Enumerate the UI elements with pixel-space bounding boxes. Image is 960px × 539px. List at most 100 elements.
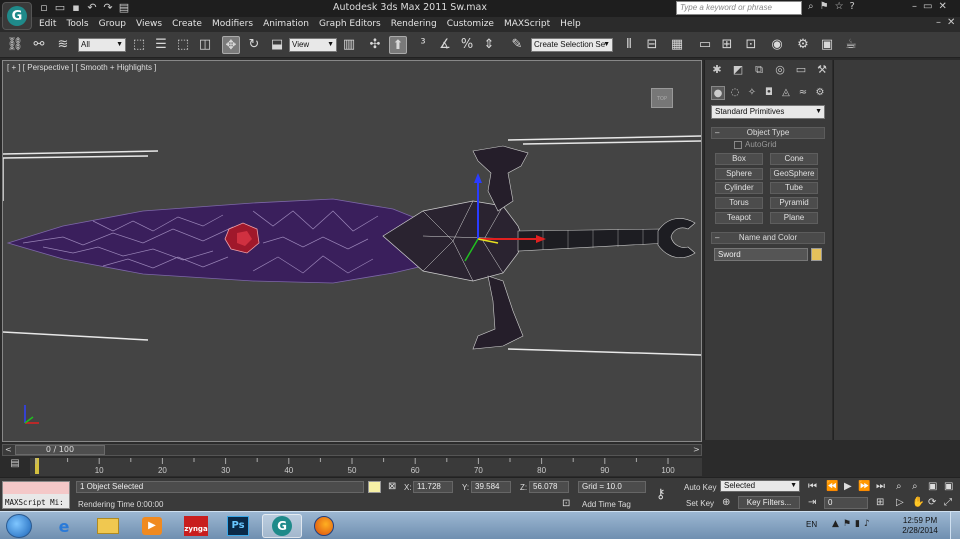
percent-snap-icon[interactable]: % [458,36,476,54]
internet-explorer-icon[interactable]: e [44,514,84,538]
current-frame-field[interactable]: 0 [824,497,868,509]
name-and-color-rollout-header[interactable]: – Name and Color [711,232,825,244]
cameras-icon[interactable]: ◘ [762,86,776,100]
pivot-center-icon[interactable]: ▥ [340,36,358,54]
open-mini-curve-editor-icon[interactable]: ▤ [4,458,26,474]
menu-views[interactable]: Views [131,19,167,29]
favorites-icon[interactable]: ☆ [835,1,844,12]
autogrid-checkbox[interactable]: AutoGrid [734,140,777,149]
go-to-end-icon[interactable]: ⏭ [876,481,885,492]
next-frame-icon[interactable]: ⏩ [858,481,870,492]
maximize-viewport-icon[interactable]: ⤢ [944,497,952,508]
key-filter-icon[interactable]: ⊕ [722,497,730,508]
menu-customize[interactable]: Customize [442,19,499,29]
angle-snap-icon[interactable]: ∡ [436,36,454,54]
pyramid-button[interactable]: Pyramid [770,197,818,209]
maximize-icon[interactable]: ▭ [923,1,932,12]
minimize-icon[interactable]: – [912,1,917,12]
search-input[interactable]: Type a keyword or phrase [676,1,802,15]
tube-button[interactable]: Tube [770,182,818,194]
maxscript-input-line[interactable] [3,482,69,494]
maxscript-listener[interactable]: MAXScript Mi: [2,481,70,509]
menu-group[interactable]: Group [94,19,131,29]
project-folder-icon[interactable]: ▤ [118,1,130,14]
window-crossing-icon[interactable]: ◫ [196,36,214,54]
zoom-extents-all-icon[interactable]: ▣ [944,481,953,492]
sword-model[interactable] [6,145,696,350]
plane-button[interactable]: Plane [770,212,818,224]
key-icon[interactable]: ⚷ [656,486,666,502]
key-mode-select[interactable]: Selected ▼ [720,480,800,492]
key-mode-toggle-icon[interactable]: ⇥ [808,497,816,508]
windows-explorer-icon[interactable] [88,514,128,538]
select-and-link-icon[interactable]: ⛓ [6,36,24,54]
helpers-icon[interactable]: ◬ [779,86,793,100]
selection-filter-select[interactable]: All ▼ [78,38,126,52]
doc-close-icon[interactable]: ✕ [947,17,955,28]
utilities-tab-icon[interactable]: ⚒ [813,62,831,78]
rendered-frame-window-icon[interactable]: ▣ [818,36,836,54]
curve-editor-icon[interactable]: ⊞ [718,36,736,54]
object-type-rollout-header[interactable]: – Object Type [711,127,825,139]
perspective-viewport[interactable]: [ + ] [ Perspective ] [ Smooth + Highlig… [2,60,702,442]
lights-icon[interactable]: ✧ [745,86,759,100]
volume-icon[interactable]: ♪ [864,519,870,529]
cylinder-button[interactable]: Cylinder [715,182,763,194]
render-setup-icon[interactable]: ⚙ [794,36,812,54]
zoom-extents-icon[interactable]: ▣ [928,481,937,492]
menu-animation[interactable]: Animation [258,19,314,29]
menu-help[interactable]: Help [555,19,586,29]
system-clock[interactable]: 12:59 PM 2/28/2014 [896,516,944,536]
menu-graph-editors[interactable]: Graph Editors [314,19,386,29]
y-coordinate-field[interactable]: 39.584 [471,481,511,493]
menu-tools[interactable]: Tools [61,19,93,29]
zynga-icon[interactable]: zynga [176,514,216,538]
graphite-ribbon-icon[interactable]: ▭ [696,36,714,54]
selection-lock-toggle[interactable] [368,481,381,493]
select-and-manipulate-icon[interactable]: ✣ [366,36,384,54]
firefox-icon[interactable] [304,514,344,538]
open-file-icon[interactable]: ▭ [54,1,66,14]
display-tab-icon[interactable]: ▭ [792,62,810,78]
render-production-icon[interactable]: ☕ [842,36,860,54]
bind-to-space-warp-icon[interactable]: ≋ [54,36,72,54]
spinner-snap-icon[interactable]: ⇕ [480,36,498,54]
schematic-view-icon[interactable]: ⊡ [742,36,760,54]
time-slider-thumb[interactable]: 0 / 100 [15,445,105,455]
3dsmax-taskbar-icon[interactable]: G [262,514,302,538]
named-selection-set-select[interactable]: Create Selection Se ▼ [531,38,613,52]
menu-rendering[interactable]: Rendering [386,19,442,29]
sphere-button[interactable]: Sphere [715,168,763,180]
systems-icon[interactable]: ⚙ [813,86,827,100]
hierarchy-tab-icon[interactable]: ⧉ [750,62,768,78]
cone-button[interactable]: Cone [770,153,818,165]
play-icon[interactable]: ▶ [844,481,852,492]
select-and-move-icon[interactable]: ✥ [222,36,240,54]
unlink-icon[interactable]: ⚯ [30,36,48,54]
menu-maxscript[interactable]: MAXScript [499,19,555,29]
language-indicator[interactable]: EN [806,520,817,529]
slider-left-icon[interactable]: < [5,445,12,454]
menu-create[interactable]: Create [167,19,207,29]
object-color-swatch[interactable] [811,248,822,261]
object-name-input[interactable]: Sword [714,248,808,261]
auto-key-button[interactable]: Auto Key [684,483,716,492]
close-icon[interactable]: ✕ [938,1,946,12]
edit-named-selection-icon[interactable]: ✎ [508,36,526,54]
field-of-view-icon[interactable]: ▷ [896,497,904,508]
new-file-icon[interactable]: ▫ [38,1,50,14]
zoom-icon[interactable]: ⌕ [896,481,902,492]
object-category-select[interactable]: Standard Primitives ▼ [711,105,825,119]
time-tag-icon[interactable]: ⊡ [562,498,570,509]
network-icon[interactable]: ▮ [855,519,860,529]
communication-center-icon[interactable]: ⚑ [820,1,829,12]
set-key-button[interactable]: Set Key [686,499,714,508]
select-object-icon[interactable]: ⬚ [130,36,148,54]
show-desktop-button[interactable] [950,512,960,539]
geometry-icon[interactable]: ● [711,86,725,100]
box-button[interactable]: Box [715,153,763,165]
create-tab-icon[interactable]: ✱ [708,62,726,78]
x-coordinate-field[interactable]: 11.728 [413,481,453,493]
menu-modifiers[interactable]: Modifiers [207,19,258,29]
add-time-tag-button[interactable]: Add Time Tag [582,500,631,509]
